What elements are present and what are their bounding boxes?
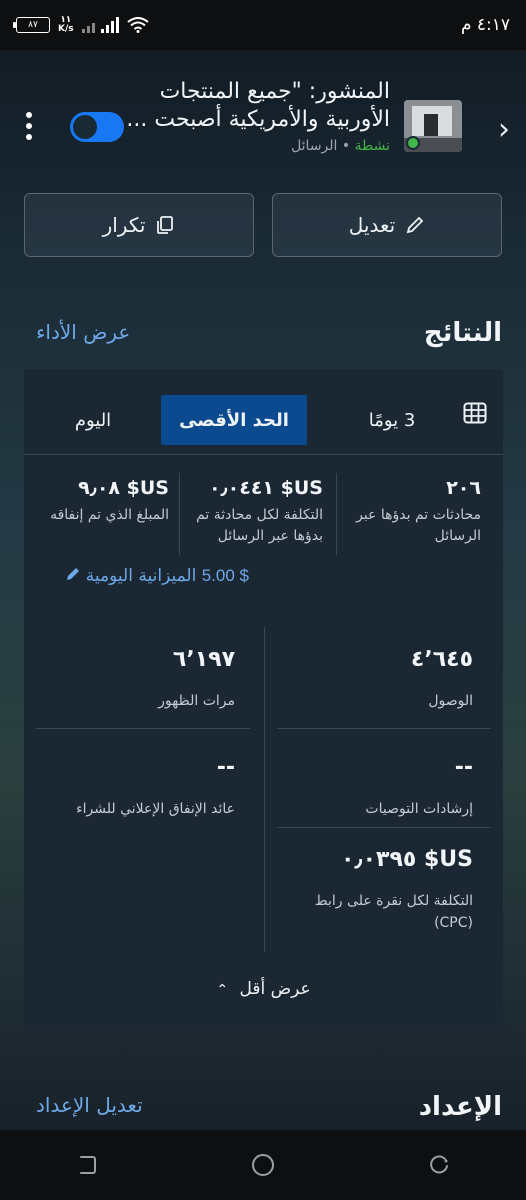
status-time: ٤:١٧ م (460, 15, 510, 35)
copy-icon (155, 215, 175, 235)
back-nav-icon[interactable] (75, 1153, 99, 1177)
divider (336, 473, 337, 555)
conversations-metric: ٢٠٦ محادثات تم بدؤها عبر الرسائل (343, 477, 481, 547)
results-title: النتائج (423, 318, 502, 348)
show-less-label: عرض أقل (239, 979, 311, 999)
pencil-icon (405, 215, 425, 235)
pencil-icon (66, 566, 80, 586)
impressions-label: مرات الظهور (158, 693, 235, 709)
daily-budget-amount: $ 5.00 (201, 566, 249, 585)
recommendations-value: -- (454, 755, 473, 780)
edit-setup-link[interactable]: تعديل الإعداد (36, 1093, 143, 1117)
daily-budget[interactable]: $ 5.00 الميزانية اليومية (66, 566, 249, 586)
wifi-icon (127, 17, 149, 33)
cpc-value: US$ ٠٫٠٣٩٥ (340, 847, 473, 872)
roas-metric: -- عائد الإنفاق الإعلاني للشراء (35, 755, 235, 820)
post-meta: نشطة • الرسائل (291, 138, 390, 154)
roas-value: -- (216, 755, 235, 780)
cost-per-conversation-label: التكلفة لكل محادثة تم بدؤها عبر الرسائل (196, 507, 323, 544)
chevron-up-icon: ⌃ (216, 982, 229, 998)
status-bar: ٨٧ ١١ K/s ٤:١٧ م (0, 0, 526, 50)
reach-value: ٤٬٦٤٥ (410, 647, 473, 672)
conversations-value: ٢٠٦ (446, 477, 481, 499)
recommendations-metric: -- إرشادات التوصيات (273, 755, 473, 820)
view-performance-link[interactable]: عرض الأداء (36, 320, 130, 344)
network-speed-unit: K/s (58, 24, 74, 34)
cpc-label: التكلفة لكل نقرة على رابط (CPC) (314, 893, 473, 931)
post-status: نشطة (354, 138, 390, 154)
show-less-button[interactable]: عرض أقل ⌃ (24, 979, 503, 999)
signal-icon (81, 17, 119, 33)
home-nav-icon[interactable] (250, 1152, 276, 1178)
conversations-label: محادثات تم بدؤها عبر الرسائل (356, 507, 481, 544)
amount-spent-label: المبلغ الذي تم إنفاقه (50, 507, 169, 523)
edit-button[interactable]: تعديل (272, 193, 502, 257)
grid-divider-vertical (264, 627, 265, 952)
divider (179, 473, 180, 555)
active-status-dot (406, 136, 420, 150)
chevron-right-icon[interactable]: › (498, 112, 510, 147)
more-options-icon[interactable] (26, 112, 32, 140)
ad-active-toggle[interactable] (70, 112, 124, 142)
repeat-button-label: تكرار (102, 213, 146, 237)
post-channel: الرسائل (291, 138, 338, 154)
edit-button-label: تعديل (348, 213, 396, 237)
status-icons: ٨٧ ١١ K/s (13, 16, 149, 34)
divider (277, 728, 491, 729)
system-nav-bar (0, 1130, 526, 1200)
reach-metric: ٤٬٦٤٥ الوصول (283, 647, 473, 712)
impressions-value: ٦٬١٩٧ (172, 647, 235, 672)
repeat-button[interactable]: تكرار (24, 193, 254, 257)
roas-label: عائد الإنفاق الإعلاني للشراء (76, 801, 235, 817)
cost-per-conversation-value: US$ ٠٫٠٤٤١ (208, 477, 323, 499)
recommendations-label: إرشادات التوصيات (365, 801, 473, 817)
cost-per-conversation-metric: US$ ٠٫٠٤٤١ التكلفة لكل محادثة تم بدؤها ع… (178, 477, 323, 547)
reach-label: الوصول (428, 693, 473, 709)
amount-spent-metric: US$ ٩٫٠٨ المبلغ الذي تم إنفاقه (27, 477, 169, 526)
impressions-metric: ٦٬١٩٧ مرات الظهور (45, 647, 235, 712)
cpc-metric: US$ ٠٫٠٣٩٥ التكلفة لكل نقرة على رابط (CP… (273, 847, 473, 934)
tab-3-days[interactable]: 3 يومًا (337, 395, 447, 445)
divider (277, 827, 491, 828)
post-title: المنشور: "جميع المنتجات الأوربية والأمري… (126, 79, 390, 132)
battery-level: ٨٧ (28, 20, 38, 30)
divider (36, 728, 250, 729)
post-header: › المنشور: "جميع المنتجات الأوربية والأم… (0, 60, 526, 170)
network-speed: ١١ K/s (58, 16, 74, 34)
post-thumbnail[interactable] (404, 100, 462, 152)
daily-budget-label: الميزانية اليومية (85, 566, 197, 586)
recents-nav-icon[interactable] (427, 1153, 451, 1177)
meta-separator: • (341, 138, 351, 154)
tab-today[interactable]: اليوم (43, 395, 143, 445)
tab-maximum[interactable]: الحد الأقصى (161, 395, 307, 445)
battery-icon: ٨٧ (13, 17, 50, 33)
date-range-tabs: 3 يومًا الحد الأقصى اليوم (24, 369, 503, 455)
amount-spent-value: US$ ٩٫٠٨ (78, 477, 169, 499)
calendar-grid-icon[interactable] (463, 402, 487, 424)
setup-title: الإعداد (418, 1092, 502, 1122)
summary-metrics: ٢٠٦ محادثات تم بدؤها عبر الرسائل US$ ٠٫٠… (24, 455, 503, 615)
results-card: 3 يومًا الحد الأقصى اليوم ٢٠٦ محادثات تم… (24, 369, 503, 1031)
